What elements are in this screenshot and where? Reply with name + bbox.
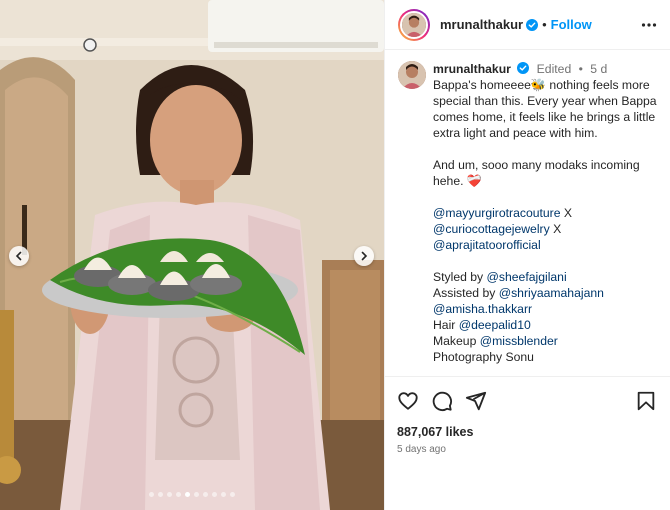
comment-button[interactable]	[431, 390, 453, 412]
carousel-dot	[158, 492, 163, 497]
caption-age: 5 d	[590, 62, 608, 76]
carousel-dot	[167, 492, 172, 497]
chevron-left-icon	[15, 251, 22, 261]
separator-text: X	[549, 222, 562, 236]
credit-label: Assisted by	[433, 286, 499, 300]
chevron-right-icon	[361, 251, 368, 261]
credit-label: Makeup	[433, 334, 480, 348]
mention-link[interactable]: @shriyaamahajann	[499, 286, 604, 300]
mention-link[interactable]: @amisha.thakkarr	[433, 302, 532, 316]
previous-media-button[interactable]	[9, 246, 29, 266]
heart-icon	[398, 392, 418, 410]
share-button[interactable]	[465, 390, 487, 412]
separator-dot: •	[542, 17, 547, 32]
action-bar: 887,067 likes 5 days ago	[385, 376, 670, 455]
post-media[interactable]	[0, 0, 384, 510]
caption-paragraph: Bappa's homeeee🐝 nothing feels more spec…	[433, 78, 657, 140]
caption-section[interactable]: mrunalthakur Edited • 5 d Bappa's homeee…	[385, 51, 670, 375]
carousel-dot	[185, 492, 190, 497]
mention-link[interactable]: @sheefajgilani	[487, 270, 567, 284]
credit-label: Styled by	[433, 270, 487, 284]
mention-link[interactable]: @aprajitatoorofficial	[433, 238, 541, 252]
carousel-dot	[203, 492, 208, 497]
carousel-indicator	[0, 492, 384, 497]
carousel-dot	[194, 492, 199, 497]
carousel-dot	[230, 492, 235, 497]
mention-link[interactable]: @missblender	[480, 334, 558, 348]
caption-username[interactable]: mrunalthakur	[433, 62, 511, 76]
bookmark-icon	[637, 391, 655, 411]
post-username[interactable]: mrunalthakur	[440, 17, 523, 32]
post-photo	[0, 0, 384, 510]
caption-avatar[interactable]	[398, 61, 426, 89]
separator-dot: •	[578, 62, 583, 76]
more-options-icon[interactable]	[641, 17, 657, 33]
edited-label: Edited	[536, 62, 572, 76]
carousel-dot	[212, 492, 217, 497]
separator-text: X	[560, 206, 573, 220]
mention-link[interactable]: @mayyurgirotracouture	[433, 206, 561, 220]
credit-label: Photography Sonu	[433, 350, 534, 364]
share-icon	[465, 391, 487, 411]
mention-link[interactable]: @deepalid10	[459, 318, 531, 332]
like-button[interactable]	[397, 390, 419, 412]
like-count[interactable]: 887,067 likes	[397, 425, 657, 439]
post-timestamp[interactable]: 5 days ago	[397, 444, 657, 455]
next-media-button[interactable]	[354, 246, 374, 266]
follow-button[interactable]: Follow	[551, 17, 592, 32]
comment-icon	[432, 391, 452, 412]
caption-paragraph: And um, sooo many modaks incoming hehe. …	[433, 158, 640, 188]
carousel-dot	[149, 492, 154, 497]
verified-badge-icon	[517, 62, 530, 74]
verified-badge-icon	[526, 18, 539, 31]
caption-text: mrunalthakur Edited • 5 d Bappa's homeee…	[433, 61, 657, 365]
post-detail-panel: mrunalthakur • Follow mrunalthakur Edite…	[384, 0, 670, 510]
mention-link[interactable]: @curiocottagejewelry	[433, 222, 550, 236]
post-header: mrunalthakur • Follow	[385, 0, 670, 50]
credit-label: Hair	[433, 318, 459, 332]
carousel-dot	[221, 492, 226, 497]
save-button[interactable]	[635, 390, 657, 412]
avatar[interactable]	[398, 8, 430, 41]
carousel-dot	[176, 492, 181, 497]
